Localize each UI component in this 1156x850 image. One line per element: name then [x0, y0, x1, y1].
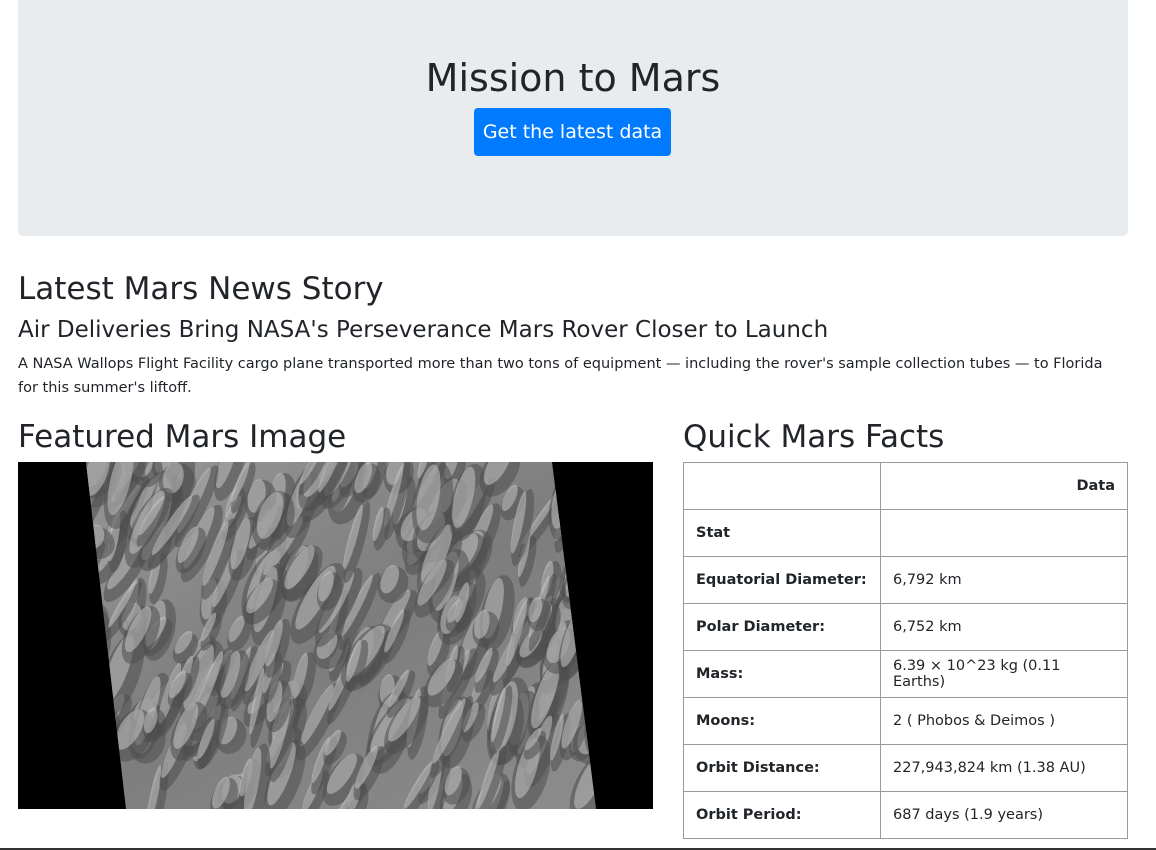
news-paragraph: A NASA Wallops Flight Facility cargo pla… [18, 356, 1103, 396]
fact-label: Mass: [683, 650, 881, 698]
page: Mission to Mars Get the latest data Late… [0, 0, 1156, 850]
get-latest-data-button[interactable]: Get the latest data [474, 108, 671, 156]
stat-value [880, 509, 1128, 557]
table-header-data: Data [880, 462, 1128, 510]
mars-facts-table: Data Stat Equatorial Diameter: 6,792 km … [683, 462, 1128, 839]
table-header-row: Data [683, 462, 1128, 510]
stat-label: Stat [683, 509, 881, 557]
table-header-empty [683, 462, 881, 510]
table-row: Moons: 2 ( Phobos & Deimos ) [683, 697, 1128, 745]
page-title: Mission to Mars [425, 56, 721, 100]
table-row: Stat [683, 509, 1128, 557]
fact-value: 6.39 × 10^23 kg (0.11 Earths) [880, 650, 1128, 698]
fact-label: Equatorial Diameter: [683, 556, 881, 604]
table-row: Polar Diameter: 6,752 km [683, 603, 1128, 651]
fact-label: Orbit Distance: [683, 744, 881, 792]
table-row: Orbit Period: 687 days (1.9 years) [683, 791, 1128, 839]
fact-label: Moons: [683, 697, 881, 745]
jumbotron: Mission to Mars Get the latest data [18, 0, 1128, 236]
mars-facts-title: Quick Mars Facts [683, 419, 945, 455]
fact-value: 6,792 km [880, 556, 1128, 604]
fact-value: 2 ( Phobos & Deimos ) [880, 697, 1128, 745]
table-row: Orbit Distance: 227,943,824 km (1.38 AU) [683, 744, 1128, 792]
featured-image-title: Featured Mars Image [18, 419, 347, 455]
table-row: Mass: 6.39 × 10^23 kg (0.11 Earths) [683, 650, 1128, 698]
fact-value: 227,943,824 km (1.38 AU) [880, 744, 1128, 792]
featured-mars-image [18, 462, 653, 809]
fact-value: 687 days (1.9 years) [880, 791, 1128, 839]
fact-label: Polar Diameter: [683, 603, 881, 651]
news-section-title: Latest Mars News Story [18, 271, 384, 307]
news-headline: Air Deliveries Bring NASA's Perseverance… [18, 317, 829, 343]
fact-value: 6,752 km [880, 603, 1128, 651]
table-row: Equatorial Diameter: 6,792 km [683, 556, 1128, 604]
fact-label: Orbit Period: [683, 791, 881, 839]
